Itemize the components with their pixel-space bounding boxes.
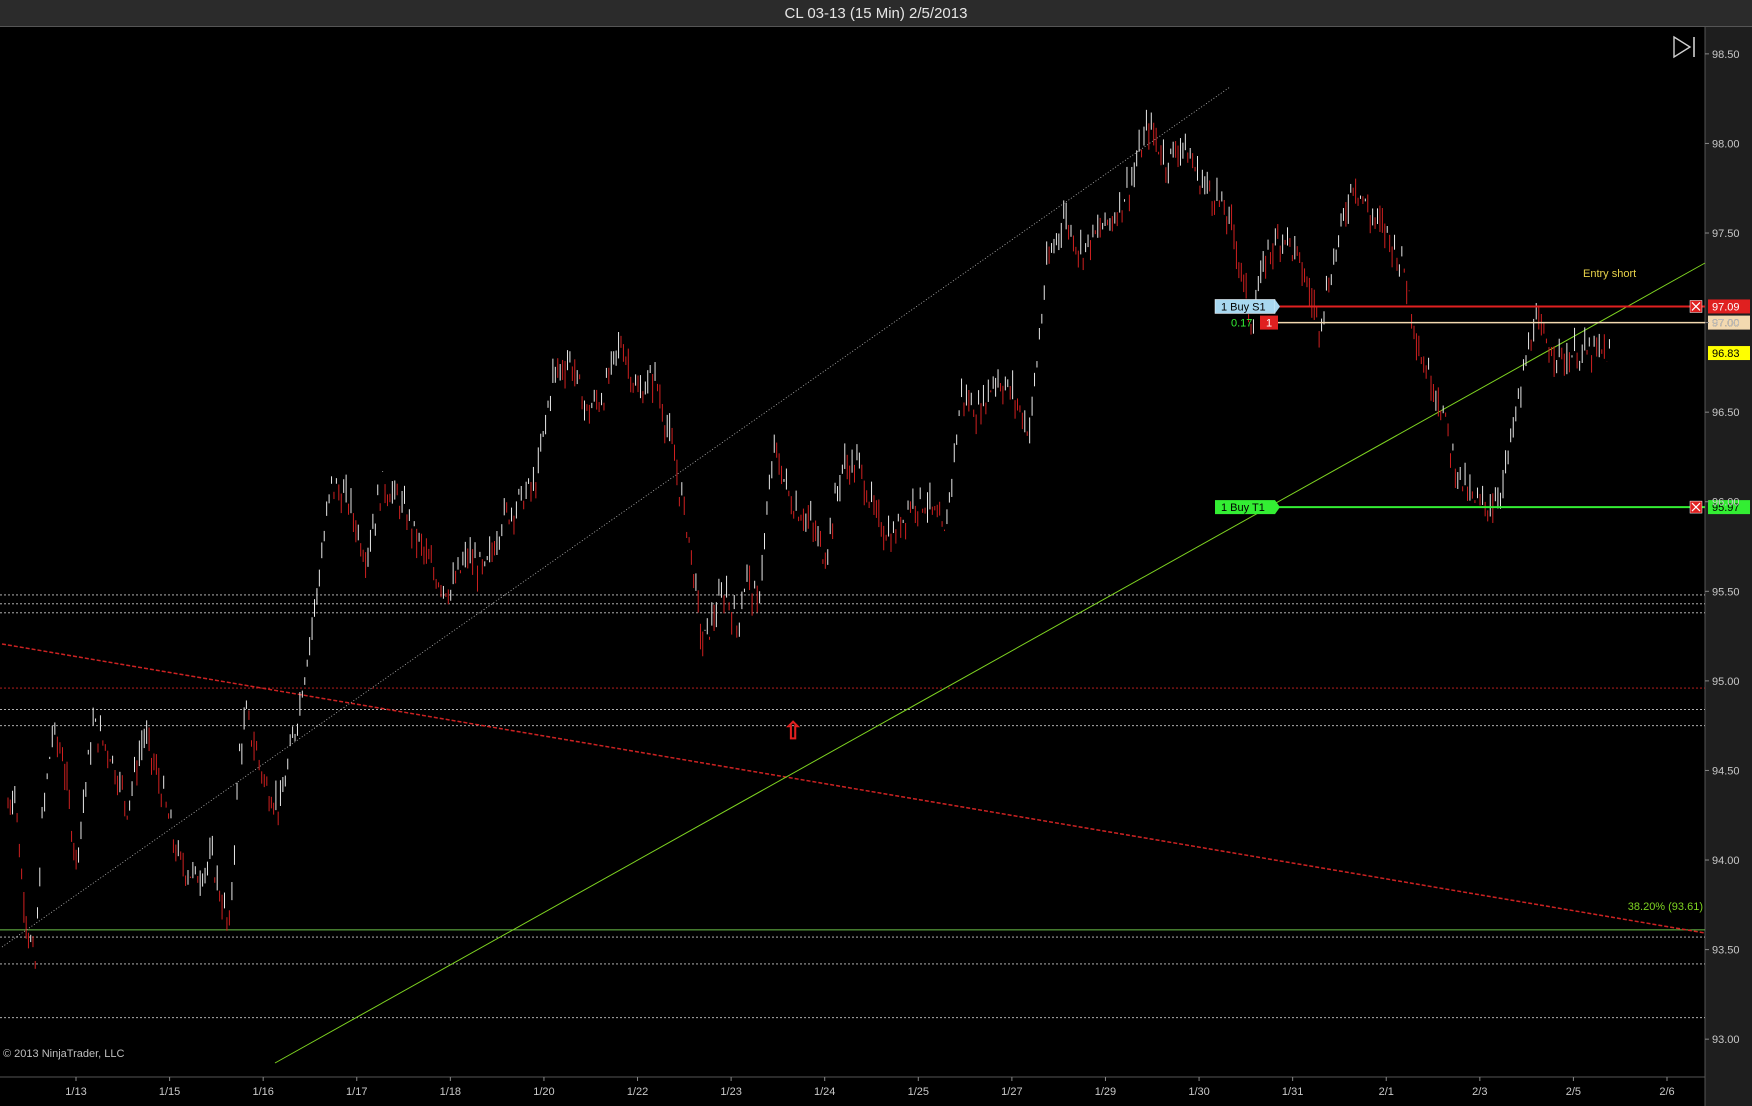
copyright-text: © 2013 NinjaTrader, LLC bbox=[3, 1048, 124, 1060]
chart-title-text: CL 03-13 (15 Min) 2/5/2013 bbox=[784, 4, 968, 22]
price-tick-label: 96.00 bbox=[1712, 497, 1740, 509]
price-chart[interactable]: 1 Buy S10.17 11 Buy T197.0997.0096.8395.9… bbox=[0, 27, 1752, 1106]
time-tick-label: 1/24 bbox=[814, 1086, 835, 1098]
price-tick-label: 97.50 bbox=[1712, 228, 1740, 240]
cancel-stop-close-icon[interactable] bbox=[1689, 300, 1703, 313]
stop-price-marker-label: 97.09 bbox=[1712, 301, 1740, 313]
time-tick-label: 1/30 bbox=[1188, 1086, 1209, 1098]
time-tick-label: 1/15 bbox=[159, 1086, 180, 1098]
chart-panel[interactable]: 1 Buy S1 0.17 1 1 Buy T1 97.09 97.00 96.83 95.9… bbox=[0, 27, 1752, 1106]
price-tick-label: 95.00 bbox=[1712, 676, 1740, 688]
time-axis[interactable]: 1/13 1/15 1/16 1/17 1/18 1/20 1/22 1/23 1/24 1/25… bbox=[65, 1077, 1675, 1098]
price-tick-label: 96.50 bbox=[1712, 407, 1740, 419]
time-tick-label: 2/5 bbox=[1566, 1086, 1581, 1098]
stop-order-tag-label: 1 Buy S1 bbox=[1221, 301, 1266, 313]
price-tick-label: 95.50 bbox=[1712, 586, 1740, 598]
price-tick-label: 94.50 bbox=[1712, 765, 1740, 777]
price-tick-label: 98.00 bbox=[1712, 138, 1740, 150]
time-tick-label: 1/29 bbox=[1095, 1086, 1116, 1098]
price-tick-label: 94.00 bbox=[1712, 855, 1740, 867]
price-tick-label: 93.50 bbox=[1712, 945, 1740, 957]
chart-plot-background bbox=[0, 27, 1705, 1077]
last-price-marker-label: 96.83 bbox=[1712, 348, 1740, 360]
time-tick-label: 1/27 bbox=[1001, 1086, 1022, 1098]
target-order-tag-label: 1 Buy T1 bbox=[1221, 502, 1265, 514]
time-tick-label: 2/3 bbox=[1472, 1086, 1487, 1098]
time-tick-label: 1/13 bbox=[65, 1086, 86, 1098]
time-tick-label: 1/23 bbox=[720, 1086, 741, 1098]
time-tick-label: 1/22 bbox=[627, 1086, 648, 1098]
time-tick-label: 2/6 bbox=[1659, 1086, 1674, 1098]
fib-level-label: 38.20% (93.61) bbox=[1628, 901, 1703, 913]
order-up-arrow-icon: ⇧ bbox=[783, 718, 803, 745]
chart-window-title: CL 03-13 (15 Min) 2/5/2013 bbox=[0, 0, 1752, 27]
time-tick-label: 1/25 bbox=[908, 1086, 929, 1098]
position-qty-label: 1 bbox=[1266, 318, 1272, 330]
time-tick-label: 1/17 bbox=[346, 1086, 367, 1098]
price-tick-label: 97.00 bbox=[1712, 318, 1740, 330]
time-tick-label: 2/1 bbox=[1379, 1086, 1394, 1098]
entry-short-annotation: Entry short bbox=[1583, 268, 1636, 280]
price-tick-label: 98.50 bbox=[1712, 49, 1740, 61]
time-tick-label: 1/16 bbox=[252, 1086, 273, 1098]
price-tick-label: 93.00 bbox=[1712, 1034, 1740, 1046]
position-pnl: 0.17 bbox=[1231, 318, 1252, 330]
time-tick-label: 1/18 bbox=[440, 1086, 461, 1098]
time-tick-label: 1/31 bbox=[1282, 1086, 1303, 1098]
time-tick-label: 1/20 bbox=[533, 1086, 554, 1098]
cancel-target-close-icon[interactable] bbox=[1689, 500, 1703, 514]
